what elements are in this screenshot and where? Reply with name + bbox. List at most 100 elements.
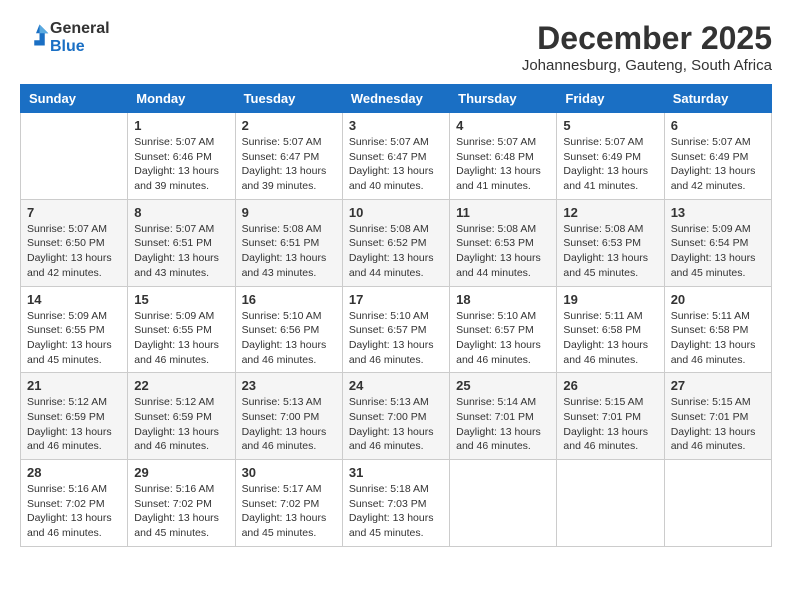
day-number: 31 (349, 465, 443, 480)
day-info: Sunrise: 5:15 AM Sunset: 7:01 PM Dayligh… (563, 395, 657, 454)
title-block: December 2025 Johannesburg, Gauteng, Sou… (522, 20, 772, 74)
day-number: 13 (671, 205, 765, 220)
calendar-cell: 4 Sunrise: 5:07 AM Sunset: 6:48 PM Daylig… (450, 113, 557, 200)
page-header: General Blue December 2025 Johannesburg,… (20, 20, 772, 74)
day-number: 5 (563, 118, 657, 133)
day-info: Sunrise: 5:08 AM Sunset: 6:53 PM Dayligh… (563, 222, 657, 281)
day-number: 26 (563, 378, 657, 393)
day-info: Sunrise: 5:08 AM Sunset: 6:51 PM Dayligh… (242, 222, 336, 281)
calendar-cell: 9 Sunrise: 5:08 AM Sunset: 6:51 PM Daylig… (235, 199, 342, 286)
day-info: Sunrise: 5:09 AM Sunset: 6:55 PM Dayligh… (27, 309, 121, 368)
day-info: Sunrise: 5:07 AM Sunset: 6:48 PM Dayligh… (456, 135, 550, 194)
calendar-cell: 28Sunrise: 5:16 AM Sunset: 7:02 PM Dayli… (21, 460, 128, 547)
day-info: Sunrise: 5:17 AM Sunset: 7:02 PM Dayligh… (242, 482, 336, 541)
calendar-cell: 2Sunrise: 5:07 AM Sunset: 6:47 PM Daylig… (235, 113, 342, 200)
day-number: 10 (349, 205, 443, 220)
day-info: Sunrise: 5:08 AM Sunset: 6:52 PM Dayligh… (349, 222, 443, 281)
calendar-cell: 22 Sunrise: 5:12 AM Sunset: 6:59 PM Dayli… (128, 373, 235, 460)
day-number: 6 (671, 118, 765, 133)
logo-general: General (50, 20, 110, 37)
day-number: 11 (456, 205, 550, 220)
calendar-cell: 27Sunrise: 5:15 AM Sunset: 7:01 PM Dayli… (664, 373, 771, 460)
weekday-header-saturday: Saturday (664, 85, 771, 113)
day-number: 29 (134, 465, 228, 480)
calendar-cell: 3 Sunrise: 5:07 AM Sunset: 6:47 PM Daylig… (342, 113, 449, 200)
day-number: 2 (242, 118, 336, 133)
day-number: 14 (27, 292, 121, 307)
calendar-cell: 13 Sunrise: 5:09 AM Sunset: 6:54 PM Dayli… (664, 199, 771, 286)
day-number: 4 (456, 118, 550, 133)
day-number: 30 (242, 465, 336, 480)
day-number: 22 (134, 378, 228, 393)
day-info: Sunrise: 5:13 AM Sunset: 7:00 PM Dayligh… (349, 395, 443, 454)
day-info: Sunrise: 5:11 AM Sunset: 6:58 PM Dayligh… (563, 309, 657, 368)
day-number: 8 (134, 205, 228, 220)
day-info: Sunrise: 5:10 AM Sunset: 6:57 PM Dayligh… (349, 309, 443, 368)
day-number: 24 (349, 378, 443, 393)
day-info: Sunrise: 5:07 AM Sunset: 6:50 PM Dayligh… (27, 222, 121, 281)
calendar-cell: 26 Sunrise: 5:15 AM Sunset: 7:01 PM Dayli… (557, 373, 664, 460)
calendar-cell: 21Sunrise: 5:12 AM Sunset: 6:59 PM Dayli… (21, 373, 128, 460)
calendar-week-row: 14 Sunrise: 5:09 AM Sunset: 6:55 PM Dayli… (21, 286, 772, 373)
calendar-cell: 23Sunrise: 5:13 AM Sunset: 7:00 PM Dayli… (235, 373, 342, 460)
calendar-cell: 17 Sunrise: 5:10 AM Sunset: 6:57 PM Dayli… (342, 286, 449, 373)
day-number: 7 (27, 205, 121, 220)
day-number: 9 (242, 205, 336, 220)
day-info: Sunrise: 5:14 AM Sunset: 7:01 PM Dayligh… (456, 395, 550, 454)
day-info: Sunrise: 5:09 AM Sunset: 6:54 PM Dayligh… (671, 222, 765, 281)
day-number: 3 (349, 118, 443, 133)
day-number: 27 (671, 378, 765, 393)
calendar-cell: 8 Sunrise: 5:07 AM Sunset: 6:51 PM Daylig… (128, 199, 235, 286)
calendar-header-row: SundayMondayTuesdayWednesdayThursdayFrid… (21, 85, 772, 113)
day-info: Sunrise: 5:12 AM Sunset: 6:59 PM Dayligh… (134, 395, 228, 454)
location-subtitle: Johannesburg, Gauteng, South Africa (522, 57, 772, 74)
day-info: Sunrise: 5:11 AM Sunset: 6:58 PM Dayligh… (671, 309, 765, 368)
day-number: 25 (456, 378, 550, 393)
calendar-cell: 7 Sunrise: 5:07 AM Sunset: 6:50 PM Daylig… (21, 199, 128, 286)
weekday-header-tuesday: Tuesday (235, 85, 342, 113)
calendar-cell: 11 Sunrise: 5:08 AM Sunset: 6:53 PM Dayli… (450, 199, 557, 286)
day-info: Sunrise: 5:08 AM Sunset: 6:53 PM Dayligh… (456, 222, 550, 281)
calendar-cell: 6Sunrise: 5:07 AM Sunset: 6:49 PM Daylig… (664, 113, 771, 200)
calendar-week-row: 28Sunrise: 5:16 AM Sunset: 7:02 PM Dayli… (21, 460, 772, 547)
logo-icon (22, 21, 50, 49)
weekday-header-friday: Friday (557, 85, 664, 113)
day-number: 19 (563, 292, 657, 307)
calendar-cell: 24 Sunrise: 5:13 AM Sunset: 7:00 PM Dayli… (342, 373, 449, 460)
calendar-table: SundayMondayTuesdayWednesdayThursdayFrid… (20, 84, 772, 547)
calendar-cell: 14 Sunrise: 5:09 AM Sunset: 6:55 PM Dayli… (21, 286, 128, 373)
weekday-header-monday: Monday (128, 85, 235, 113)
logo-blue: Blue (50, 38, 85, 55)
calendar-cell: 16Sunrise: 5:10 AM Sunset: 6:56 PM Dayli… (235, 286, 342, 373)
day-number: 17 (349, 292, 443, 307)
calendar-cell (557, 460, 664, 547)
calendar-cell: 12Sunrise: 5:08 AM Sunset: 6:53 PM Dayli… (557, 199, 664, 286)
day-info: Sunrise: 5:18 AM Sunset: 7:03 PM Dayligh… (349, 482, 443, 541)
day-number: 15 (134, 292, 228, 307)
calendar-cell: 31 Sunrise: 5:18 AM Sunset: 7:03 PM Dayli… (342, 460, 449, 547)
day-info: Sunrise: 5:16 AM Sunset: 7:02 PM Dayligh… (27, 482, 121, 541)
calendar-cell (21, 113, 128, 200)
weekday-header-thursday: Thursday (450, 85, 557, 113)
calendar-cell: 5 Sunrise: 5:07 AM Sunset: 6:49 PM Daylig… (557, 113, 664, 200)
calendar-cell (664, 460, 771, 547)
day-info: Sunrise: 5:07 AM Sunset: 6:51 PM Dayligh… (134, 222, 228, 281)
weekday-header-sunday: Sunday (21, 85, 128, 113)
calendar-cell: 30 Sunrise: 5:17 AM Sunset: 7:02 PM Dayli… (235, 460, 342, 547)
day-info: Sunrise: 5:10 AM Sunset: 6:56 PM Dayligh… (242, 309, 336, 368)
day-info: Sunrise: 5:13 AM Sunset: 7:00 PM Dayligh… (242, 395, 336, 454)
calendar-cell: 10 Sunrise: 5:08 AM Sunset: 6:52 PM Dayli… (342, 199, 449, 286)
calendar-week-row: 7 Sunrise: 5:07 AM Sunset: 6:50 PM Daylig… (21, 199, 772, 286)
calendar-cell: 18Sunrise: 5:10 AM Sunset: 6:57 PM Dayli… (450, 286, 557, 373)
calendar-cell: 19 Sunrise: 5:11 AM Sunset: 6:58 PM Dayli… (557, 286, 664, 373)
calendar-cell: 25 Sunrise: 5:14 AM Sunset: 7:01 PM Dayli… (450, 373, 557, 460)
day-info: Sunrise: 5:07 AM Sunset: 6:49 PM Dayligh… (563, 135, 657, 194)
day-info: Sunrise: 5:07 AM Sunset: 6:46 PM Dayligh… (134, 135, 228, 194)
logo: General Blue (20, 20, 110, 55)
calendar-cell (450, 460, 557, 547)
day-info: Sunrise: 5:16 AM Sunset: 7:02 PM Dayligh… (134, 482, 228, 541)
weekday-header-wednesday: Wednesday (342, 85, 449, 113)
day-info: Sunrise: 5:07 AM Sunset: 6:47 PM Dayligh… (349, 135, 443, 194)
day-info: Sunrise: 5:09 AM Sunset: 6:55 PM Dayligh… (134, 309, 228, 368)
calendar-cell: 29 Sunrise: 5:16 AM Sunset: 7:02 PM Dayli… (128, 460, 235, 547)
